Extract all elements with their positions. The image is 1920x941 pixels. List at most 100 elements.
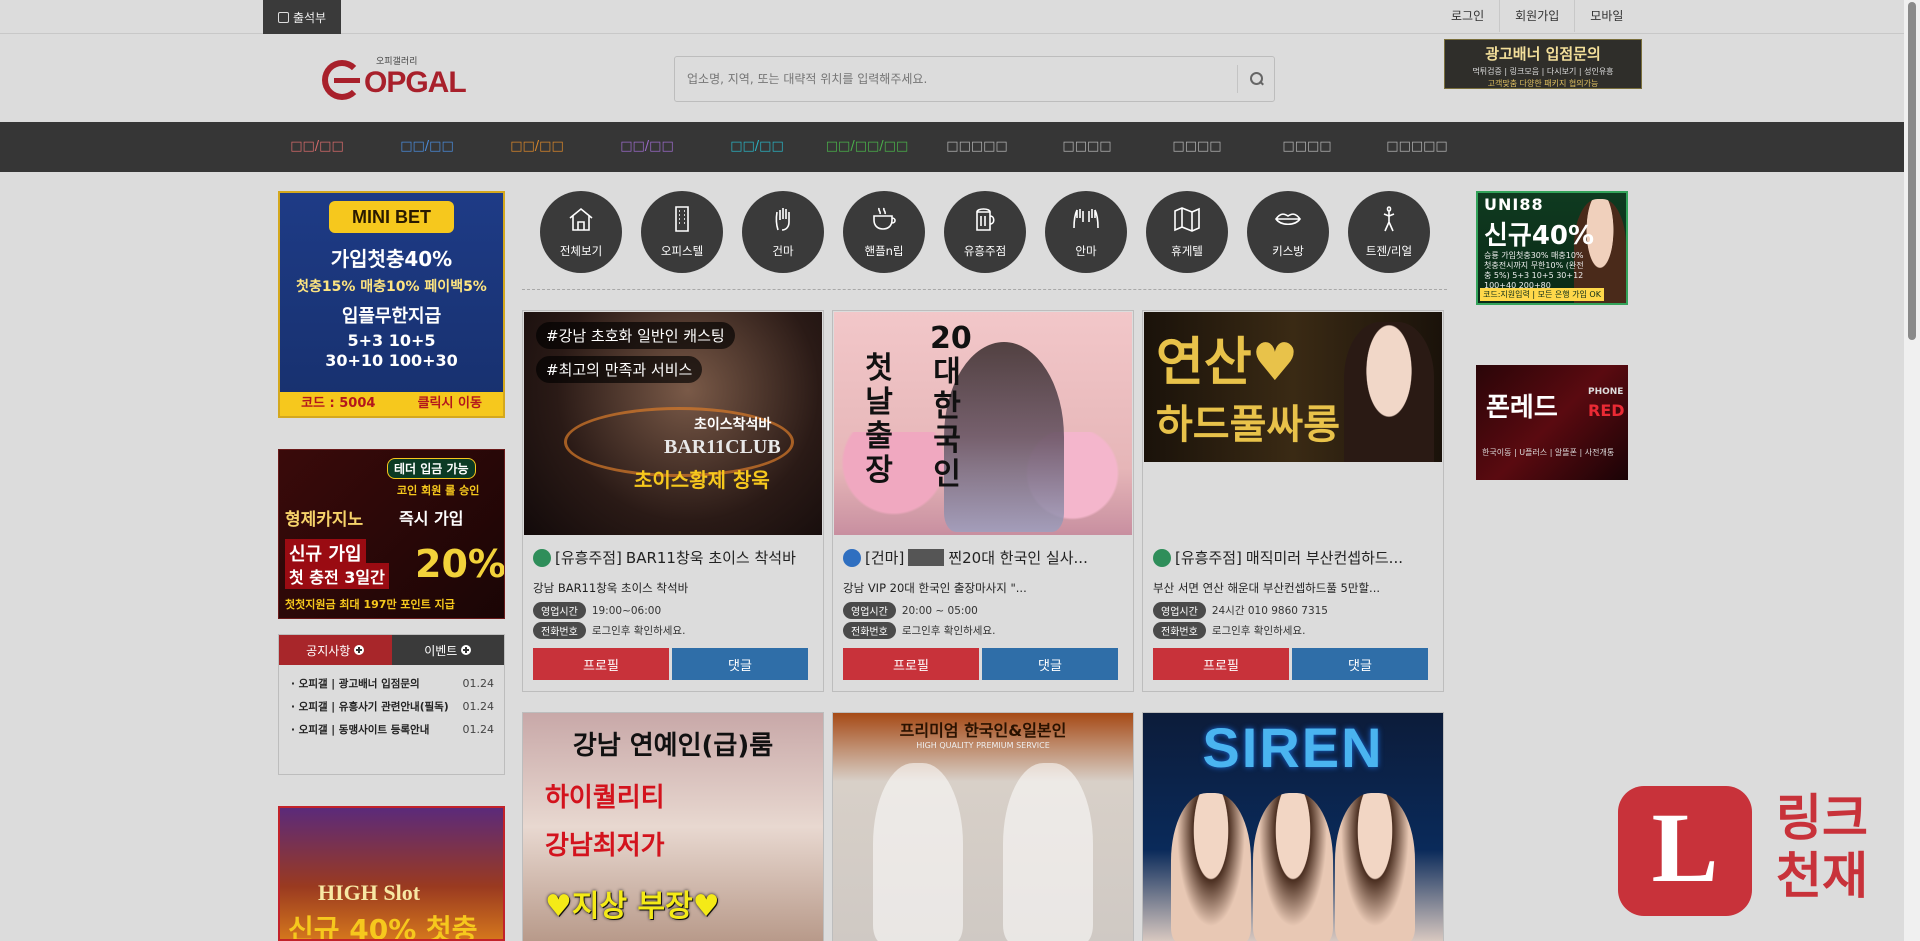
pub-icon <box>1153 548 1171 567</box>
shop-card-image[interactable]: 연산♥ 하드풀싸롱 <box>1144 312 1442 462</box>
card-image-text: 강남최저가 <box>545 831 665 861</box>
category-kissbang[interactable]: 키스방 <box>1247 191 1329 273</box>
casino-percent: 20% <box>415 542 505 586</box>
nav-item[interactable]: □□□□□ <box>1367 122 1467 172</box>
shop-card[interactable]: #강남 초호화 일반인 캐스팅 #최고의 만족과 서비스 초이스착석바 BAR1… <box>522 310 824 692</box>
site-logo[interactable]: 오피갤러리 OPGAL <box>322 54 477 100</box>
card-image-text: 하이퀄리티 <box>545 783 665 813</box>
category-hugetel[interactable]: 휴게텔 <box>1146 191 1228 273</box>
mobile-link[interactable]: 모바일 <box>1574 0 1638 32</box>
phone-value: 로그인후 확인하세요. <box>1211 625 1306 637</box>
uni-line2: 신규40% <box>1484 221 1595 251</box>
list-item[interactable]: 오피갤 | 유흥사기 관련안내(필독) 01.24 <box>291 698 494 721</box>
nav-item[interactable]: □□/□□ <box>707 122 807 172</box>
category-transgender[interactable]: 트젠/리얼 <box>1348 191 1430 273</box>
shop-card-subtitle: 강남 BAR11창욱 초이스 착석바 <box>533 581 689 595</box>
category-label: 키스방 <box>1272 244 1304 258</box>
hours-row: 영업시간 20:00 ~ 05:00 <box>843 602 1127 619</box>
card-image-text: ♥지상 부장♥ <box>545 889 720 924</box>
minibet-ad-banner[interactable]: MINI BET 가입첫충40% 첫충15% 매충10% 페이백5% 입플무한지… <box>278 191 505 418</box>
tab-notice[interactable]: 공지사항 <box>279 635 392 665</box>
list-item[interactable]: 오피갤 | 동맹사이트 등록안내 01.24 <box>291 721 494 744</box>
category-pub[interactable]: 유흥주점 <box>944 191 1026 273</box>
top-bar: 출석부 로그인 회원가입 모바일 <box>0 0 1904 34</box>
hours-label: 영업시간 <box>533 602 586 619</box>
card-title-text: 찐20대 한국인 실사... <box>948 549 1088 567</box>
comment-button[interactable]: 댓글 <box>982 648 1118 680</box>
casino-line5: 첫 충전 3일간 <box>285 563 389 589</box>
phonered-ad-banner[interactable]: 폰레드 PHONE RED 한국이동 | U플러스 | 알뜰폰 | 사전개통 <box>1476 365 1628 480</box>
shop-card-image[interactable]: 프리미엄 한국인&일본인 HIGH QUALITY PREMIUM SERVIC… <box>832 712 1134 941</box>
card-category: [건마] <box>865 549 905 567</box>
phone-row: 전화번호 로그인후 확인하세요. <box>1153 622 1437 639</box>
category-all[interactable]: 전체보기 <box>540 191 622 273</box>
nav-item[interactable]: □□/□□ <box>377 122 477 172</box>
phone-value: 로그인후 확인하세요. <box>591 625 686 637</box>
list-item[interactable]: 오피갤 | 광고배너 입점문의 01.24 <box>291 675 494 698</box>
signup-link[interactable]: 회원가입 <box>1499 0 1574 32</box>
shop-card-image[interactable]: 20대 한국인 첫날 출장 <box>834 312 1132 535</box>
category-label: 트젠/리얼 <box>1365 244 1413 258</box>
nav-item[interactable]: □□/□□ <box>487 122 587 172</box>
scrollbar-thumb[interactable] <box>1908 2 1916 340</box>
category-label: 휴게텔 <box>1171 244 1203 258</box>
category-officetel[interactable]: 오피스텔 <box>641 191 723 273</box>
search-button[interactable] <box>1238 57 1275 101</box>
nav-item[interactable]: □□□□ <box>1147 122 1247 172</box>
category-massage[interactable]: 건마 <box>742 191 824 273</box>
phone-label: 전화번호 <box>843 622 896 639</box>
nav-item[interactable]: □□/□□ <box>597 122 697 172</box>
header-ad-banner[interactable]: 광고배너 입점문의 먹튀검증 | 링크모음 | 다시보기 | 성인유흥 고객맞춤… <box>1444 39 1642 89</box>
page-scrollbar[interactable] <box>1904 0 1920 941</box>
shop-card-image[interactable]: SIREN <box>1142 712 1444 941</box>
profile-button[interactable]: 프로필 <box>533 648 669 680</box>
card-image-text: 하드풀싸롱 <box>1156 402 1340 448</box>
beer-icon <box>976 208 995 231</box>
profile-button[interactable]: 프로필 <box>843 648 979 680</box>
linkcheonjae-float-banner[interactable]: L 링크 천재 <box>1614 786 1904 921</box>
slot-ad-banner[interactable]: HIGH Slot 신규 40% 첫충 30% 매충 5% <box>278 806 505 941</box>
house-icon <box>569 207 593 231</box>
shop-card-title[interactable]: [유흥주점] BAR11창욱 초이스 착석바 <box>533 547 817 568</box>
nav-item[interactable]: □□□□□ <box>927 122 1027 172</box>
minibet-head: MINI BET <box>329 201 454 233</box>
comment-button[interactable]: 댓글 <box>1292 648 1428 680</box>
card-image-text: #최고의 만족과 서비스 <box>536 356 703 383</box>
card-image-text: 강남 연예인(급)룸 <box>572 731 774 761</box>
header-ad-line2: 고객맞춤 다양한 패키지 협의가능 <box>1487 79 1599 88</box>
nav-item[interactable]: □□/□□/□□ <box>807 122 927 172</box>
nav-item[interactable]: □□□□ <box>1257 122 1357 172</box>
nav-item[interactable]: □□/□□ <box>267 122 367 172</box>
phone-label: 전화번호 <box>533 622 586 639</box>
nav-item[interactable]: □□□□ <box>1037 122 1137 172</box>
minibet-line1: 가입첫충40% <box>330 247 453 271</box>
minibet-code: 코드 : 5004 <box>301 396 376 411</box>
category-label: 건마 <box>772 244 794 258</box>
card-image-text: 초이스착석바 <box>694 417 772 433</box>
comment-button[interactable]: 댓글 <box>672 648 808 680</box>
phone-line4: 한국이동 | U플러스 | 알뜰폰 | 사전개통 <box>1482 448 1615 457</box>
phone-row: 전화번호 로그인후 확인하세요. <box>843 622 1127 639</box>
shop-card-image[interactable]: #강남 초호화 일반인 캐스팅 #최고의 만족과 서비스 초이스착석바 BAR1… <box>524 312 822 535</box>
card-category: [유흥주점] <box>1175 549 1242 567</box>
login-link[interactable]: 로그인 <box>1436 0 1499 32</box>
shop-card[interactable]: 연산♥ 하드풀싸롱 [유흥주점] 매직미러 부산컨셉하드... 부산 서면 연산… <box>1142 310 1444 692</box>
card-image-text: SIREN <box>1202 716 1384 779</box>
shop-card-title[interactable]: [건마] 찐20대 한국인 실사... <box>843 547 1127 568</box>
uni88-ad-banner[interactable]: UNI88 신규40% 승룡 가입첫충30% 매충10% 첫충전시까지 무한10… <box>1476 191 1628 305</box>
profile-button[interactable]: 프로필 <box>1153 648 1289 680</box>
header-ad-line1: 먹튀검증 | 링크모음 | 다시보기 | 성인유흥 <box>1472 67 1614 76</box>
tab-event[interactable]: 이벤트 <box>391 635 504 665</box>
shop-card-title[interactable]: [유흥주점] 매직미러 부산컨셉하드... <box>1153 547 1437 568</box>
shop-card[interactable]: 20대 한국인 첫날 출장 [건마] 찐20대 한국인 실사... 강남 VIP 2… <box>832 310 1134 692</box>
category-divider <box>522 289 1447 290</box>
search-input[interactable] <box>675 57 1235 101</box>
category-handple[interactable]: 핸플n립 <box>843 191 925 273</box>
shop-card-image[interactable]: 강남 연예인(급)룸 하이퀄리티 강남최저가 ♥지상 부장♥ <box>522 712 824 941</box>
card-image-text: HIGH QUALITY PREMIUM SERVICE <box>916 741 1050 750</box>
phone-title: 폰레드 <box>1486 393 1558 423</box>
card-image-text: 프리미엄 한국인&일본인 <box>899 721 1067 740</box>
attendance-button[interactable]: 출석부 <box>263 0 341 34</box>
casino-ad-banner[interactable]: 테더 입금 가능 코인 회원 롤 승인 형제카지노 즉시 가입 신규 가입 첫 … <box>278 449 505 619</box>
category-anma[interactable]: 안마 <box>1045 191 1127 273</box>
